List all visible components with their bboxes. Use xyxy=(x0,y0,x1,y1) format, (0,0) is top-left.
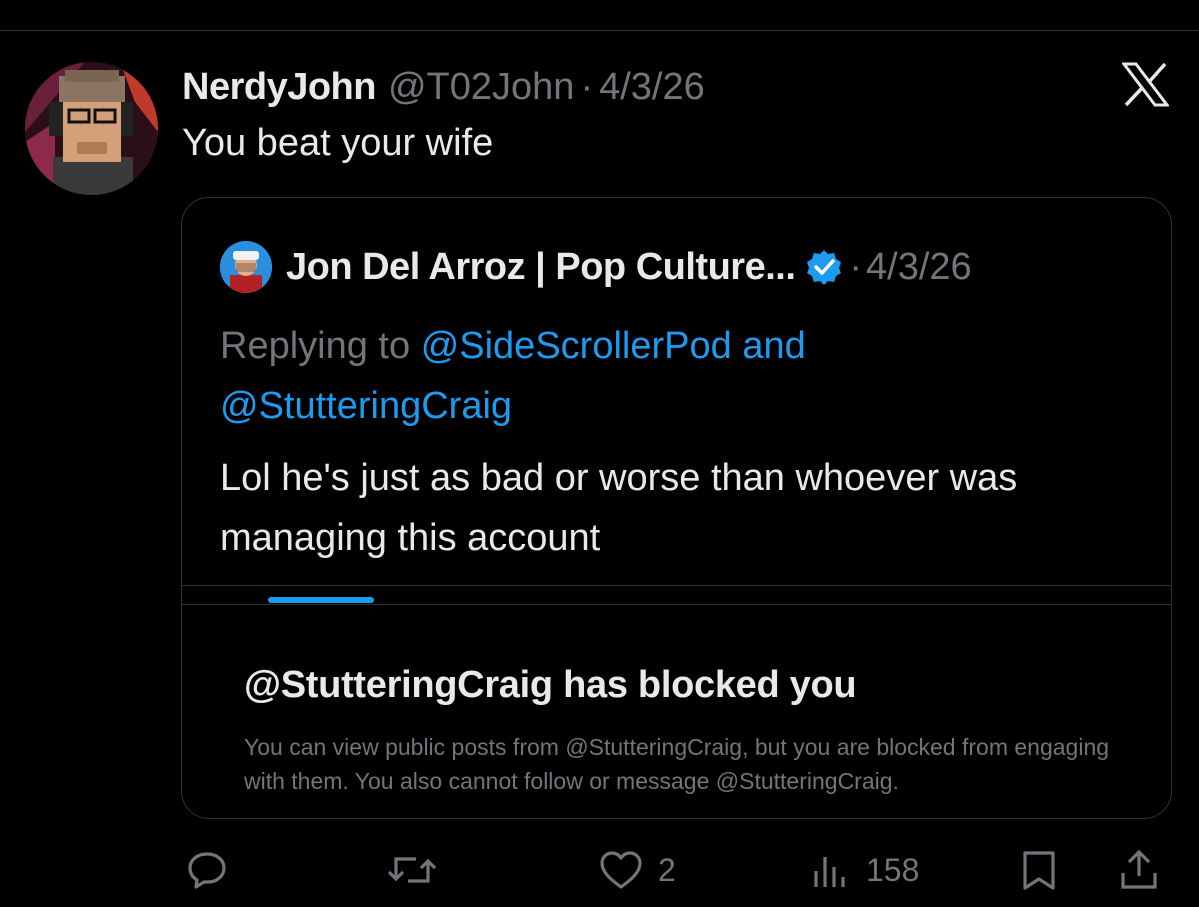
tweet-header: NerdyJohn @T02John · 4/3/26 xyxy=(182,62,705,112)
author-name[interactable]: NerdyJohn xyxy=(182,66,376,109)
share-button[interactable] xyxy=(1118,840,1160,900)
quoted-author-name[interactable]: Jon Del Arroz | Pop Culture... xyxy=(286,246,796,289)
bookmark-icon xyxy=(1018,849,1060,891)
bookmark-button[interactable] xyxy=(1018,840,1060,900)
reply-button[interactable] xyxy=(186,840,228,900)
action-bar: 2 158 xyxy=(0,840,1199,900)
quoted-tweet-header: Jon Del Arroz | Pop Culture... · 4/3/26 xyxy=(220,241,972,293)
verified-badge-icon xyxy=(805,248,843,286)
quoted-tweet-text: Lol he's just as bad or worse than whoev… xyxy=(220,457,1018,559)
like-count: 2 xyxy=(658,851,676,888)
tab-indicator xyxy=(268,597,374,603)
author-avatar[interactable] xyxy=(25,62,158,195)
quoted-tweet-card[interactable]: Jon Del Arroz | Pop Culture... · 4/3/26 … xyxy=(181,197,1172,819)
repost-button[interactable] xyxy=(386,840,438,900)
separator-dot: · xyxy=(849,245,863,288)
replying-to: Replying to @SideScrollerPod and @Stutte… xyxy=(220,316,1120,436)
reply-icon xyxy=(186,849,228,891)
views-icon xyxy=(810,849,852,891)
top-divider xyxy=(0,30,1199,31)
replying-conjunction: and xyxy=(742,325,806,367)
divider xyxy=(182,585,1171,586)
blocked-title: @StutteringCraig has blocked you xyxy=(244,664,857,706)
divider xyxy=(182,604,1171,605)
replying-prefix: Replying to xyxy=(220,325,411,367)
quoted-author-avatar[interactable] xyxy=(220,241,272,293)
like-button[interactable]: 2 xyxy=(598,840,676,900)
quoted-tweet-date[interactable]: 4/3/26 xyxy=(866,246,972,289)
mention-sidescrollerpod[interactable]: @SideScrollerPod xyxy=(421,325,732,367)
mention-stutteringcraig[interactable]: @StutteringCraig xyxy=(220,385,512,427)
blocked-description: You can view public posts from @Stutteri… xyxy=(244,734,1110,794)
x-logo-icon xyxy=(1120,62,1171,107)
share-icon xyxy=(1118,849,1160,891)
view-count: 158 xyxy=(866,851,920,888)
repost-icon xyxy=(386,849,438,891)
author-handle[interactable]: @T02John xyxy=(388,66,574,109)
tweet-text: You beat your wife xyxy=(182,122,494,164)
heart-icon xyxy=(598,849,644,891)
tweet-date[interactable]: 4/3/26 xyxy=(599,66,705,109)
separator-dot: · xyxy=(580,65,594,108)
views-button[interactable]: 158 xyxy=(810,840,919,900)
